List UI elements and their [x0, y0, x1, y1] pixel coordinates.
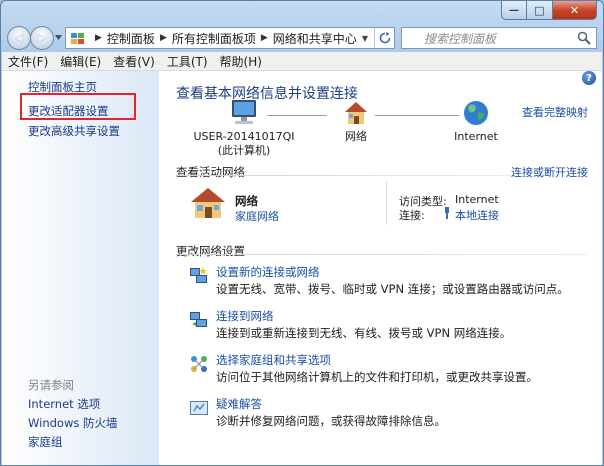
- caption-buttons: — □ ✕: [501, 1, 597, 20]
- network-type-link[interactable]: 家庭网络: [235, 208, 279, 224]
- computer-sub: (此计算机): [217, 144, 271, 157]
- map-connector-line: [375, 115, 459, 116]
- section-divider: [176, 175, 512, 176]
- address-bar[interactable]: ▶ 控制面板 ▶ 所有控制面板项 ▶ 网络和共享中心 ▼: [65, 27, 395, 49]
- connect-disconnect-link[interactable]: 连接或断开连接: [511, 164, 588, 180]
- menu-help[interactable]: 帮助(H): [214, 53, 268, 70]
- computer-name: USER-20141017QI: [193, 130, 295, 143]
- search-icon[interactable]: [577, 31, 591, 45]
- navigation-bar: ◀ ▶ ▶ 控制面板 ▶ 所有控制面板项 ▶ 网络和共享中心 ▼ 搜索控制面板: [1, 25, 603, 51]
- menu-view[interactable]: 查看(V): [107, 53, 161, 70]
- local-connection-link[interactable]: 本地连接: [455, 207, 499, 223]
- map-node-computer[interactable]: USER-20141017QI (此计算机): [189, 99, 299, 158]
- maximize-icon: □: [534, 3, 545, 17]
- task-description: 诊断并修复网络问题，或获得故障排除信息。: [216, 414, 446, 428]
- active-networks-header: 查看活动网络: [176, 165, 245, 179]
- close-button[interactable]: ✕: [553, 1, 597, 20]
- content-area: 控制面板主页 更改适配器设置 更改高级共享设置 另请参阅 Internet 选项…: [2, 71, 602, 465]
- task-description: 设置无线、宽带、拨号、临时或 VPN 连接；或设置路由器或访问点。: [216, 282, 569, 296]
- task-title[interactable]: 设置新的连接或网络: [216, 264, 320, 280]
- access-type-value: Internet: [455, 193, 499, 206]
- troubleshoot-icon: [190, 401, 208, 415]
- task-title[interactable]: 选择家庭组和共享选项: [216, 352, 331, 368]
- new-connection-icon: [190, 267, 207, 283]
- help-icon[interactable]: ?: [582, 71, 596, 85]
- map-node-network[interactable]: 网络: [331, 99, 381, 144]
- breadcrumb-network-center[interactable]: 网络和共享中心: [273, 30, 357, 47]
- see-also-homegroup[interactable]: 家庭组: [28, 434, 63, 450]
- forward-button[interactable]: ▶: [30, 26, 54, 50]
- control-panel-icon: [71, 33, 84, 44]
- task-description: 连接到或重新连接到无线、有线、拨号或 VPN 网络连接。: [216, 326, 512, 340]
- back-arrow-icon: ◀: [15, 32, 23, 44]
- breadcrumb-separator[interactable]: ▶: [261, 33, 268, 43]
- search-placeholder: 搜索控制面板: [424, 31, 497, 46]
- address-dropdown-icon[interactable]: ▼: [358, 28, 372, 48]
- internet-node-label: Internet: [454, 130, 498, 143]
- homegroup-icon: [191, 356, 207, 372]
- sidebar: 控制面板主页 更改适配器设置 更改高级共享设置 另请参阅 Internet 选项…: [2, 71, 159, 465]
- breadcrumb-separator[interactable]: ▶: [160, 33, 167, 43]
- search-box[interactable]: 搜索控制面板: [401, 27, 597, 49]
- see-also-windows-firewall[interactable]: Windows 防火墙: [28, 415, 118, 431]
- see-full-map-link[interactable]: 查看完整映射: [522, 104, 588, 120]
- back-button[interactable]: ◀: [7, 26, 31, 50]
- menu-bar: 文件(F) 编辑(E) 查看(V) 工具(T) 帮助(H): [2, 52, 602, 71]
- map-node-internet[interactable]: Internet: [451, 99, 501, 144]
- computer-icon: [232, 100, 256, 124]
- minimize-icon: —: [509, 4, 519, 16]
- home-network-large-icon: [191, 188, 225, 218]
- home-network-icon: [345, 102, 367, 124]
- close-icon: ✕: [569, 3, 580, 17]
- ethernet-icon: [445, 207, 449, 219]
- task-title[interactable]: 连接到网络: [216, 308, 274, 324]
- window: — □ ✕ ◀ ▶ ▶ 控制面板 ▶ 所有控制面板项 ▶ 网络和共享中心 ▼ 搜…: [0, 0, 604, 466]
- see-also-label: 另请参阅: [28, 378, 74, 392]
- task-title[interactable]: 疑难解答: [216, 396, 262, 412]
- minimize-button[interactable]: —: [501, 1, 527, 20]
- breadcrumb-all-items[interactable]: 所有控制面板项: [172, 30, 256, 47]
- breadcrumb-control-panel[interactable]: 控制面板: [107, 30, 155, 47]
- change-settings-header: 更改网络设置: [176, 244, 245, 258]
- breadcrumb-separator[interactable]: ▶: [95, 33, 102, 43]
- refresh-icon[interactable]: [374, 28, 394, 48]
- recent-pages-dropdown-icon[interactable]: [55, 34, 62, 41]
- section-divider: [176, 254, 588, 255]
- maximize-button[interactable]: □: [527, 1, 553, 20]
- menu-file[interactable]: 文件(F): [2, 53, 54, 70]
- task-description: 访问位于其他网络计算机上的文件和打印机，或更改共享设置。: [216, 370, 538, 384]
- main-panel: ? 查看基本网络信息并设置连接 查看完整映射 USER-20141017QI (…: [159, 71, 602, 465]
- sidebar-item-change-adapter-settings[interactable]: 更改适配器设置: [28, 103, 109, 119]
- connections-label: 连接:: [399, 209, 425, 222]
- sidebar-item-advanced-sharing[interactable]: 更改高级共享设置: [28, 123, 120, 139]
- see-also-internet-options[interactable]: Internet 选项: [28, 396, 100, 412]
- menu-tools[interactable]: 工具(T): [161, 53, 214, 70]
- connect-network-icon: [190, 312, 207, 327]
- forward-arrow-icon: ▶: [38, 32, 46, 44]
- vertical-divider: [386, 181, 387, 225]
- network-node-label: 网络: [345, 130, 367, 143]
- menu-edit[interactable]: 编辑(E): [54, 53, 107, 70]
- globe-icon: [464, 101, 488, 125]
- active-network-name: 网络: [235, 194, 258, 208]
